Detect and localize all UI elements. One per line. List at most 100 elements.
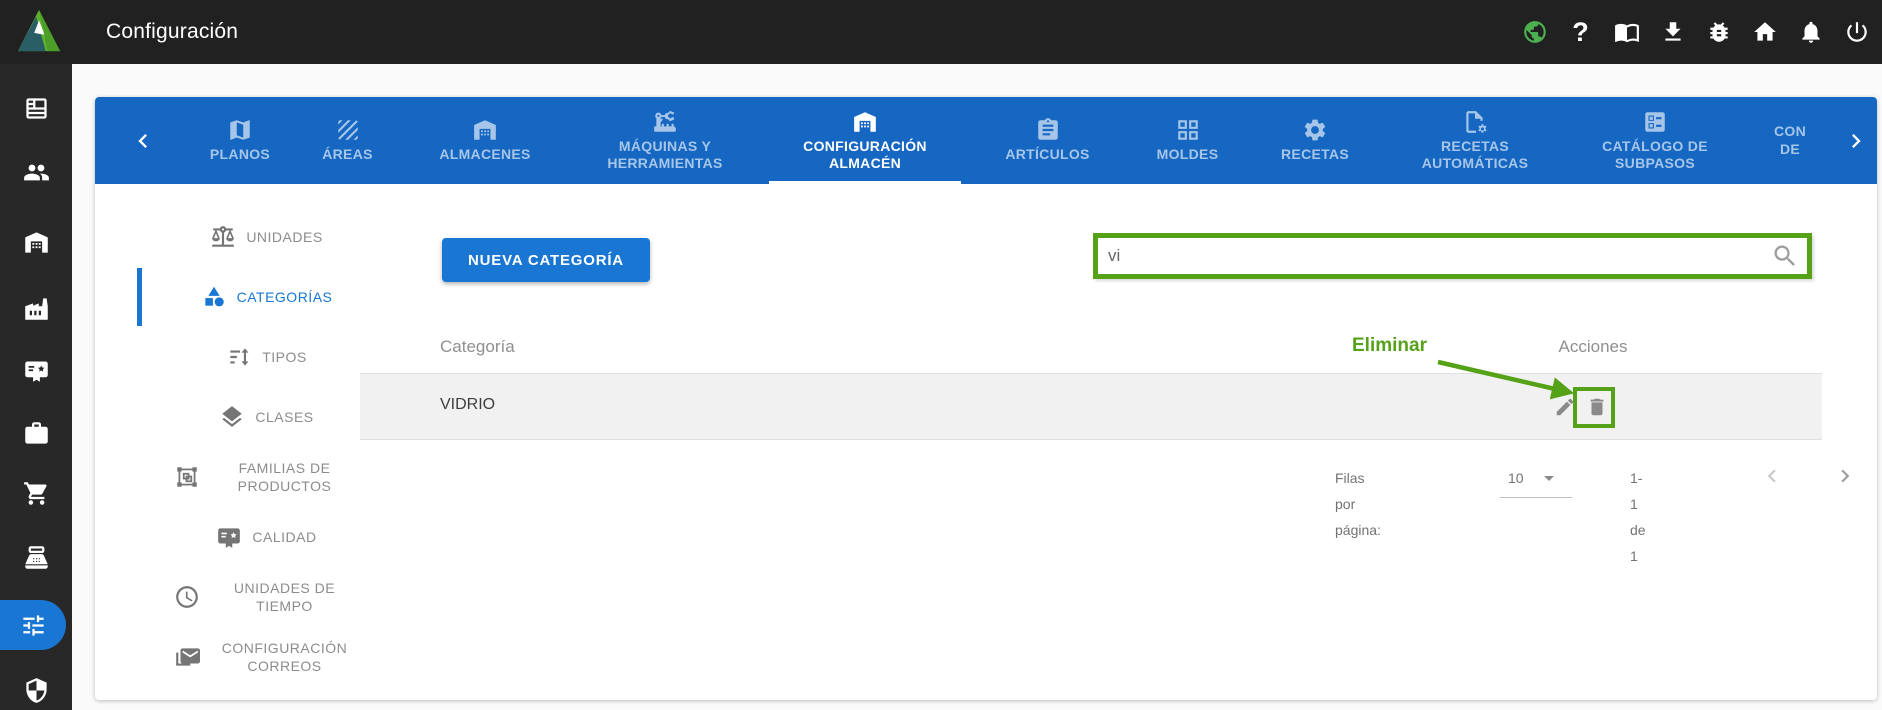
tune-icon [20, 612, 47, 639]
cash-register-icon [23, 544, 50, 571]
topbar-actions: ? [1521, 0, 1870, 64]
tab-articulos[interactable]: ARTÍCULOS [965, 97, 1130, 184]
tab-areas[interactable]: ÁREAS [290, 97, 405, 184]
email-icon [174, 644, 200, 670]
tab-almacenes[interactable]: ALMACENES [405, 97, 565, 184]
tab-recetas[interactable]: RECETAS [1245, 97, 1385, 184]
sidebar-item-users[interactable] [0, 152, 72, 192]
texture-icon [335, 117, 361, 143]
sort-icon [226, 344, 252, 370]
tab-maquinas-y-herramientas[interactable]: MÁQUINAS Y HERRAMIENTAS [565, 97, 765, 184]
tab-recetas-automaticas[interactable]: RECETAS AUTOMÁTICAS [1385, 97, 1565, 184]
frame-select-icon [174, 464, 200, 490]
warehouse-icon [852, 109, 878, 135]
rows-per-page-label: Filas por página: [1335, 465, 1381, 543]
machines-icon [652, 109, 678, 135]
sidebar-item-sales[interactable] [0, 537, 72, 577]
shapes-icon [201, 284, 227, 310]
rows-per-page-select[interactable]: 10 [1508, 465, 1524, 491]
globe-icon[interactable] [1521, 19, 1548, 46]
certificate-icon [216, 524, 242, 550]
new-category-button[interactable]: NUEVA CATEGORÍA [442, 238, 650, 282]
tab-label: RECETAS [1281, 146, 1349, 164]
briefcase-icon [23, 420, 50, 447]
subnav-item-categorias[interactable]: CATEGORÍAS [95, 267, 360, 327]
chevron-right-icon [1842, 127, 1870, 155]
next-page-button[interactable] [1832, 463, 1858, 489]
manual-book-icon[interactable] [1613, 19, 1640, 46]
tab-label: ALMACENES [439, 146, 530, 164]
sidebar-item-news[interactable] [0, 88, 72, 128]
clock-icon [174, 584, 200, 610]
file-gear-icon [1462, 109, 1488, 135]
tab-label: MOLDES [1157, 146, 1219, 164]
previous-page-button[interactable] [1759, 463, 1785, 489]
page-title: Configuración [106, 20, 238, 44]
subnav-item-calidad[interactable]: CALIDAD [95, 507, 360, 567]
tab-label: CONFIGURACIÓN ALMACÉN [788, 138, 943, 173]
subnav-item-configuracion-correos[interactable]: CONFIGURACIÓN CORREOS [95, 627, 360, 687]
app-logo-icon[interactable] [16, 8, 62, 56]
ballot-icon [1642, 109, 1668, 135]
topbar: Configuración ? [0, 0, 1882, 64]
category-cell: VIDRIO [440, 396, 495, 414]
search-highlight-box [1093, 233, 1812, 279]
sidebar-item-configuration[interactable] [0, 600, 66, 650]
subnav-item-familias-de-productos[interactable]: FAMILIAS DE PRODUCTOS [95, 447, 360, 507]
sidebar-item-warehouses[interactable] [0, 222, 72, 262]
clipboard-icon [1035, 117, 1061, 143]
app-window: Configuración ? [0, 0, 1882, 710]
power-icon[interactable] [1843, 19, 1870, 46]
module-tabs: PLANOS ÁREAS ALMACENES MÁQUINAS Y HERRAM… [95, 97, 1877, 184]
search-input[interactable] [1098, 238, 1771, 274]
download-icon[interactable] [1659, 19, 1686, 46]
tab-truncated-con-de[interactable]: CON DE [1745, 97, 1835, 184]
sidebar-item-work[interactable] [0, 413, 72, 453]
rows-per-page-underline [1500, 497, 1572, 498]
subnav-label: CALIDAD [252, 528, 316, 546]
subnav-label: FAMILIAS DE PRODUCTOS [210, 459, 360, 495]
tab-label: PLANOS [210, 146, 270, 164]
tabs-scroll-left-button[interactable] [95, 97, 190, 184]
pagination-range-label: 1-1 de 1 [1630, 465, 1646, 569]
chevron-left-icon [129, 127, 157, 155]
subnav-label: CATEGORÍAS [237, 288, 333, 306]
tab-label: MÁQUINAS Y HERRAMIENTAS [588, 138, 743, 173]
subnav-label: UNIDADES [246, 228, 322, 246]
sidebar-item-certificates[interactable] [0, 350, 72, 390]
sidebar-item-factory[interactable] [0, 288, 72, 328]
search-icon[interactable] [1771, 242, 1799, 270]
tab-catalogo-de-subpasos[interactable]: CATÁLOGO DE SUBPASOS [1565, 97, 1745, 184]
sidebar-item-purchases[interactable] [0, 473, 72, 513]
tab-label: CON DE [1770, 123, 1810, 158]
annotation-highlight-box [1573, 387, 1615, 428]
dropdown-arrow-icon[interactable] [1537, 466, 1561, 490]
tab-label: ARTÍCULOS [1005, 146, 1089, 164]
subnav-item-unidades[interactable]: UNIDADES [95, 207, 360, 267]
sidebar [0, 64, 72, 710]
tab-planos[interactable]: PLANOS [190, 97, 290, 184]
tab-moldes[interactable]: MOLDES [1130, 97, 1245, 184]
shopping-cart-icon [23, 480, 50, 507]
chevron-right-icon [1832, 463, 1858, 489]
subnav-label: CLASES [255, 408, 313, 426]
subnav-label: TIPOS [262, 348, 307, 366]
subnav-label: UNIDADES DE TIEMPO [210, 579, 360, 615]
bug-report-icon[interactable] [1705, 19, 1732, 46]
table-row: VIDRIO [360, 374, 1822, 440]
home-icon[interactable] [1751, 19, 1778, 46]
column-header-acciones: Acciones [1538, 337, 1648, 357]
subnav-item-tipos[interactable]: TIPOS [95, 327, 360, 387]
column-header-categoria: Categoría [440, 337, 515, 357]
subnav-item-unidades-de-tiempo[interactable]: UNIDADES DE TIEMPO [95, 567, 360, 627]
chevron-left-icon [1759, 463, 1785, 489]
help-icon[interactable]: ? [1567, 19, 1594, 46]
annotation-label: Eliminar [1352, 335, 1427, 357]
warehouse-icon [23, 229, 50, 256]
gear-icon [1302, 117, 1328, 143]
sidebar-item-security[interactable] [0, 670, 72, 710]
tabs-scroll-right-button[interactable] [1835, 97, 1877, 184]
subnav-item-clases[interactable]: CLASES [95, 387, 360, 447]
tab-configuracion-almacen[interactable]: CONFIGURACIÓN ALMACÉN [765, 97, 965, 184]
notifications-icon[interactable] [1797, 19, 1824, 46]
